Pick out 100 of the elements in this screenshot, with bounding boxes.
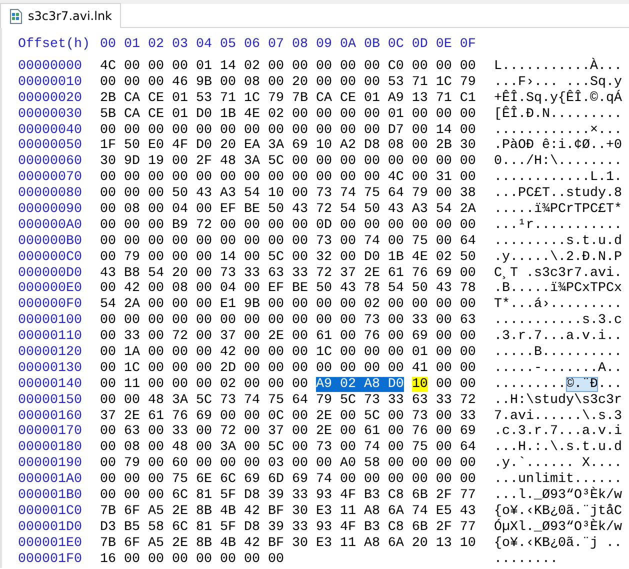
offset-cell-text: 000001E0 bbox=[18, 536, 83, 552]
ascii-text: ............×... bbox=[494, 122, 622, 138]
ascii-text: .c.3.r.7...a.v.i bbox=[494, 424, 622, 440]
ascii-text: ...PC£T..study.8 bbox=[494, 186, 622, 202]
ascii-text: {o¥.‹KB¿0ã.¨jtåC bbox=[494, 504, 622, 519]
hex-bytes: 00 00 bbox=[436, 376, 476, 392]
ascii-text: 7.avi......\.s.3 bbox=[494, 408, 622, 424]
hex-bytes: 00 08 00 04 00 EF BE 50 43 72 54 50 43 A3 54 2A bbox=[100, 202, 476, 218]
hex-bytes: 4C 00 00 00 01 14 02 00 00 00 00 00 C0 00 00 00 bbox=[100, 59, 476, 74]
offset-cell-text: 00000030 bbox=[18, 106, 83, 123]
ascii-text: .B.....ï¾PCxTPCx bbox=[494, 281, 622, 296]
hex-bytes: 54 2A 00 00 00 E1 9B 00 00 00 00 02 00 00 00 00 bbox=[100, 297, 476, 312]
hex-bytes: 43 B8 54 20 00 73 33 63 33 72 37 2E 61 76 69 00 bbox=[100, 266, 476, 281]
ascii-text: .y.`...... X.... bbox=[494, 456, 622, 472]
ascii-text: {o¥.‹KB¿0ã.¨j .. bbox=[494, 536, 622, 551]
hex-bytes: 00 33 00 72 00 37 00 2E 00 61 00 76 00 69 00 00 bbox=[100, 329, 476, 344]
hex-bytes: 00 00 00 50 43 A3 54 10 00 73 74 75 64 79 00 38 bbox=[100, 186, 476, 202]
offset-cell-text: 00000020 bbox=[18, 90, 83, 107]
ascii-text: ...F›... ...Sq.y bbox=[494, 74, 622, 90]
hex-bytes: 00 1A 00 00 00 42 00 00 00 1C 00 00 00 01 00 00 bbox=[100, 345, 476, 360]
hex-bytes: 16 00 00 00 00 00 00 00 bbox=[100, 552, 284, 567]
hex-bytes: 00 79 00 00 00 14 00 5C 00 32 00 D0 1B 4E 02 50 bbox=[100, 250, 476, 265]
ascii-text: .....ï¾PCrTPC£T* bbox=[494, 202, 622, 218]
offset-cell-text: 00000110 bbox=[18, 329, 83, 346]
offset-cell-text: 00000100 bbox=[18, 313, 83, 330]
offset-cell-text: 00000190 bbox=[18, 456, 83, 472]
offset-cell-text: 000001F0 bbox=[18, 552, 83, 568]
offset-cell-text: 00000090 bbox=[18, 202, 83, 218]
offset-cell-text: 00000070 bbox=[18, 170, 83, 186]
offset-cell-text: 000001A0 bbox=[18, 472, 83, 488]
offset-cell-text: 00000000 bbox=[18, 59, 83, 75]
offset-header: Offset(h) bbox=[18, 37, 90, 54]
hex-bytes: 37 2E 61 76 69 00 00 0C 00 2E 00 5C 00 73 00 33 bbox=[100, 408, 476, 424]
offset-cell-text: 00000010 bbox=[18, 74, 83, 91]
offset-cell-text: 00000120 bbox=[18, 345, 83, 361]
hex-bytes: 5B CA CE 01 D0 1B 4E 02 00 00 00 00 01 00 00 00 bbox=[100, 106, 476, 122]
offset-cell-text: 00000140 bbox=[18, 376, 83, 393]
offset-cell-text: 000000D0 bbox=[18, 266, 83, 282]
ascii-text: ÓµXl._Ø93“O³Èk/w bbox=[494, 520, 622, 535]
hex-bytes: 00 00 48 3A 5C 73 74 75 64 79 5C 73 33 63 33 72 bbox=[100, 392, 476, 408]
ascii-text: L...........À... bbox=[494, 59, 622, 74]
offset-cell-text: 000000E0 bbox=[18, 281, 83, 298]
offset-cell-text: 000000C0 bbox=[18, 250, 83, 266]
hex-bytes: 00 11 00 00 00 02 00 00 00 bbox=[100, 376, 308, 392]
ascii-text: T*...á›......... bbox=[494, 297, 622, 312]
ascii-text: ...unlimit...... bbox=[494, 472, 622, 488]
ascii-text: ........ bbox=[494, 552, 558, 567]
offset-cell-text: 000000F0 bbox=[18, 297, 83, 314]
offset-cell-text: 00000040 bbox=[18, 122, 83, 138]
hex-bytes: 00 00 00 00 00 00 00 00 00 00 00 00 D7 00 14 00 bbox=[100, 122, 476, 138]
offset-cell-text: 00000130 bbox=[18, 360, 83, 377]
file-tab[interactable]: s3c3r7.avi.lnk bbox=[0, 3, 121, 28]
offset-cell-text: 000000A0 bbox=[18, 218, 83, 234]
hex-bytes: 7B 6F A5 2E 8B 4B 42 BF 30 E3 11 A8 6A 74 E5 43 bbox=[100, 504, 476, 519]
ascii-text: .....-.......A.. bbox=[494, 360, 622, 376]
offset-cell-text: 000000B0 bbox=[18, 234, 83, 250]
ascii-text: ...H.:.\.s.t.u.d bbox=[494, 440, 622, 456]
offset-cell-text: 000001D0 bbox=[18, 520, 83, 536]
hex-bytes: 00 1C 00 00 00 2D 00 00 00 00 00 00 00 41 00 00 bbox=[100, 360, 476, 376]
hex-bytes: 00 42 00 08 00 04 00 EF BE 50 43 78 54 50 43 78 bbox=[100, 281, 476, 296]
hex-bytes: 00 00 00 B9 72 00 00 00 00 0D 00 00 00 00 00 00 bbox=[100, 218, 476, 233]
hex-bytes: 00 00 00 6C 81 5F D8 39 33 93 4F B3 C8 6B 2F 77 bbox=[100, 488, 476, 504]
file-icon bbox=[10, 8, 22, 24]
ascii-text: .y.....\.2.Ð.N.P bbox=[494, 250, 622, 265]
ascii-text: [ÊÎ.Ð.N......... bbox=[494, 106, 622, 122]
offset-cell-text: 00000170 bbox=[18, 424, 83, 440]
hex-bytes: 00 00 00 75 6E 6C 69 6D 69 74 00 00 00 00 00 00 bbox=[100, 472, 476, 488]
offset-cell-text: 00000180 bbox=[18, 440, 83, 456]
ascii-text: ......... bbox=[494, 376, 566, 392]
ascii-text: .....B.......... bbox=[494, 345, 622, 360]
ascii-text: ...¹r........... bbox=[494, 218, 622, 233]
ascii-text: C¸T .s3c3r7.avi. bbox=[494, 266, 622, 281]
hex-bytes: 00 79 00 60 00 00 00 03 00 00 A0 58 00 00 00 00 bbox=[100, 456, 476, 472]
hex-bytes: 00 00 00 00 00 00 00 00 00 00 00 73 00 33 00 63 bbox=[100, 313, 476, 328]
offset-cell-text: 00000150 bbox=[18, 392, 83, 409]
ascii-text: .........s.t.u.d bbox=[494, 234, 622, 249]
hex-bytes: 1F 50 E0 4F D0 20 EA 3A 69 10 A2 D8 08 00 2B 30 bbox=[100, 138, 476, 154]
ascii-text: ...l._Ø93“O³Èk/w bbox=[494, 488, 622, 504]
ascii-text: ...........s.3.c bbox=[494, 313, 622, 328]
hex-bytes: 00 00 00 00 00 00 00 00 00 00 00 00 4C 00 31 00 bbox=[100, 170, 476, 186]
ascii-text: 0.../H:\........ bbox=[494, 154, 622, 170]
hex-bytes: 30 9D 19 00 2F 48 3A 5C 00 00 00 00 00 00 00 00 bbox=[100, 154, 476, 170]
hex-bytes: 2B CA CE 01 53 71 1C 79 7B CA CE 01 A9 13 71 C1 bbox=[100, 90, 476, 106]
ascii-text: +ÊÎ.Sq.y{ÊÎ.©.qÁ bbox=[494, 90, 622, 106]
ascii-text: .PàOÐ ê:i.¢Ø..+0 bbox=[494, 138, 622, 154]
column-header: 00 01 02 03 04 05 06 07 08 09 0A 0B 0C 0D 0E 0F bbox=[100, 37, 477, 54]
ascii-text: ..H:\study\s3c3r bbox=[494, 392, 622, 408]
offset-cell-text: 000001C0 bbox=[18, 504, 83, 520]
hex-bytes: 00 00 00 00 00 00 00 00 00 73 00 74 00 75 00 64 bbox=[100, 234, 476, 249]
offset-cell-text: 00000060 bbox=[18, 154, 83, 170]
hex-bytes: 00 08 00 48 00 3A 00 5C 00 73 00 74 00 75 00 64 bbox=[100, 440, 476, 456]
offset-cell-text: 00000050 bbox=[18, 138, 83, 154]
hex-bytes: D3 B5 58 6C 81 5F D8 39 33 93 4F B3 C8 6B 2F 77 bbox=[100, 520, 476, 535]
selected-bytes: A9 02 A8 D0 bbox=[316, 376, 404, 392]
ascii-text: .3.r.7...a.v.i.. bbox=[494, 329, 622, 344]
offset-cell-text: 00000080 bbox=[18, 186, 83, 202]
hex-bytes: 00 63 00 33 00 72 00 37 00 2E 00 61 00 76 00 69 bbox=[100, 424, 476, 440]
offset-cell-text: 00000160 bbox=[18, 408, 83, 424]
hex-bytes: 00 00 00 46 9B 00 08 00 20 00 00 00 53 71 1C 79 bbox=[100, 74, 476, 90]
hex-bytes: 7B 6F A5 2E 8B 4B 42 BF 30 E3 11 A8 6A 20 13 10 bbox=[100, 536, 476, 551]
